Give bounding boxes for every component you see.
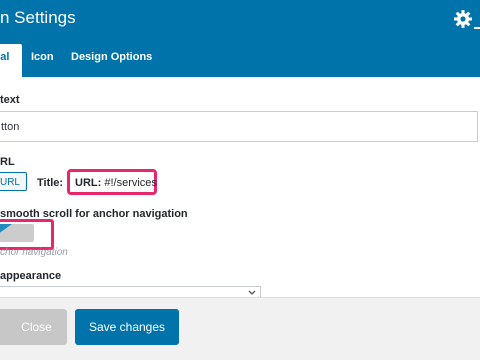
smooth-scroll-toggle[interactable] — [0, 224, 34, 242]
save-changes-button[interactable]: Save changes — [75, 309, 179, 345]
link-title-label: Title: — [37, 177, 64, 189]
smooth-scroll-helper-text: chor navigation — [0, 247, 68, 258]
appearance-label: appearance — [0, 270, 62, 282]
url-info-label: URL: — [75, 177, 102, 189]
close-button[interactable]: Close — [0, 309, 67, 345]
tab-icon[interactable]: Icon — [31, 51, 54, 63]
url-button[interactable]: URL — [0, 172, 27, 191]
minimize-icon[interactable] — [474, 27, 480, 29]
tab-bar: ral Icon Design Options — [0, 38, 480, 77]
text-input[interactable] — [0, 112, 480, 141]
modal-footer — [0, 297, 480, 360]
text-input-wrapper — [0, 111, 480, 142]
gear-icon[interactable] — [453, 9, 473, 29]
tab-general-label: ral — [0, 51, 10, 63]
tab-general[interactable]: ral — [0, 44, 22, 77]
url-info-value: #!/services — [104, 177, 157, 189]
modal-title: n Settings — [0, 8, 76, 27]
text-field-label: text — [0, 94, 20, 106]
toggle-knob — [0, 224, 12, 234]
chevron-down-icon — [248, 290, 256, 295]
modal-titlebar: n Settings — [0, 0, 480, 38]
tab-design-options[interactable]: Design Options — [71, 51, 152, 63]
url-field-label: RL — [0, 156, 15, 168]
url-info: URL: #!/services — [75, 177, 157, 189]
